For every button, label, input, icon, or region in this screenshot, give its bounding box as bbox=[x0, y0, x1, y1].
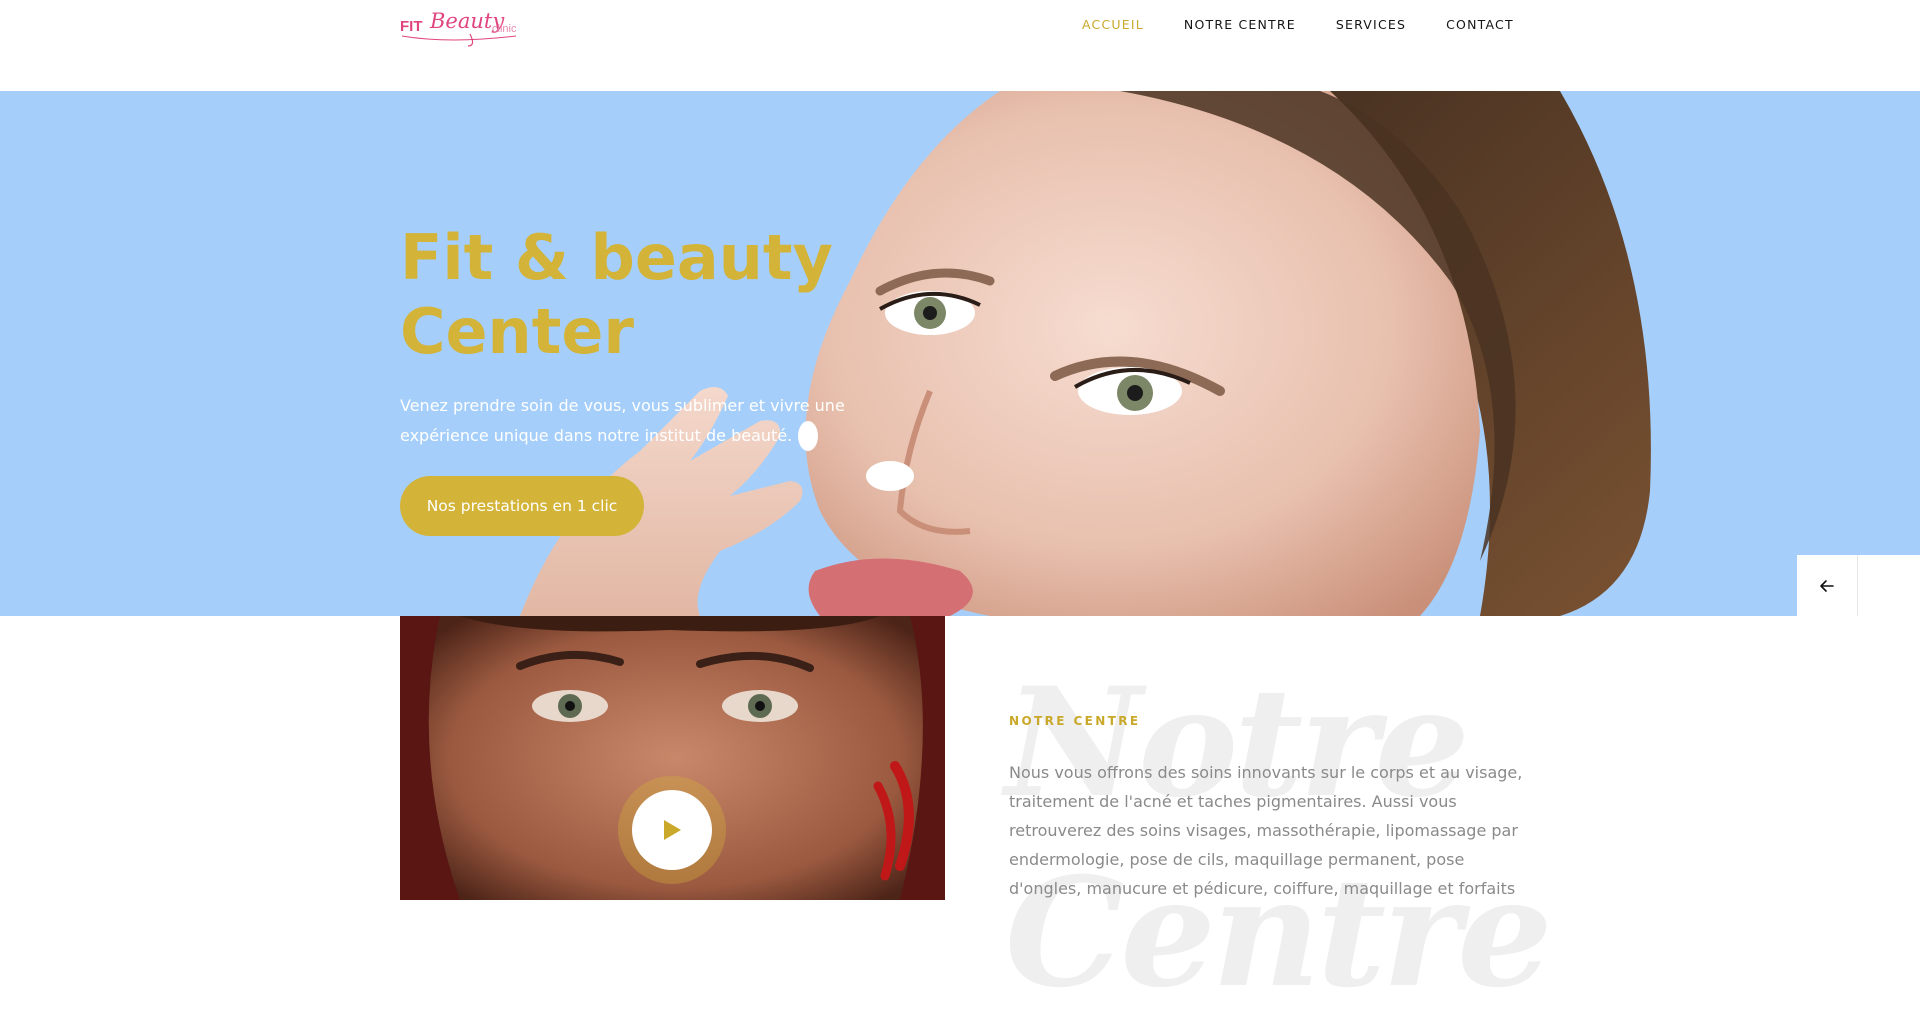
logo-graphic: FIT Beauty clinic bbox=[400, 9, 517, 47]
hero-subtitle: Venez prendre soin de vous, vous sublime… bbox=[400, 396, 845, 445]
nav-notre-centre[interactable]: NOTRE CENTRE bbox=[1184, 14, 1296, 36]
play-video-button[interactable] bbox=[632, 790, 712, 870]
svg-text:clinic: clinic bbox=[492, 23, 517, 35]
hero-slider: Fit & beauty Center Venez prendre soin d… bbox=[0, 91, 1920, 616]
prestations-button[interactable]: Nos prestations en 1 clic bbox=[400, 476, 644, 536]
play-icon bbox=[664, 820, 681, 840]
site-logo[interactable]: FIT Beauty clinic bbox=[400, 4, 520, 48]
section-eyebrow: NOTRE CENTRE bbox=[1009, 714, 1141, 728]
main-nav: ACCUEIL NOTRE CENTRE SERVICES CONTACT bbox=[1082, 14, 1514, 36]
site-header: FIT Beauty clinic ACCUEIL NOTRE CENTRE S… bbox=[0, 0, 1920, 91]
hero-title: Fit & beauty Center bbox=[400, 221, 833, 368]
arrow-left-icon bbox=[1820, 579, 1834, 592]
nav-accueil[interactable]: ACCUEIL bbox=[1082, 14, 1144, 36]
slider-next-button[interactable] bbox=[1858, 555, 1920, 616]
nav-contact[interactable]: CONTACT bbox=[1446, 14, 1514, 36]
video-thumbnail[interactable] bbox=[400, 616, 945, 900]
svg-text:FIT: FIT bbox=[400, 18, 423, 35]
about-description: Nous vous offrons des soins innovants su… bbox=[1009, 763, 1523, 898]
hero-woman-image bbox=[520, 91, 1651, 616]
slider-prev-button[interactable] bbox=[1797, 555, 1858, 616]
nav-services[interactable]: SERVICES bbox=[1336, 14, 1406, 36]
